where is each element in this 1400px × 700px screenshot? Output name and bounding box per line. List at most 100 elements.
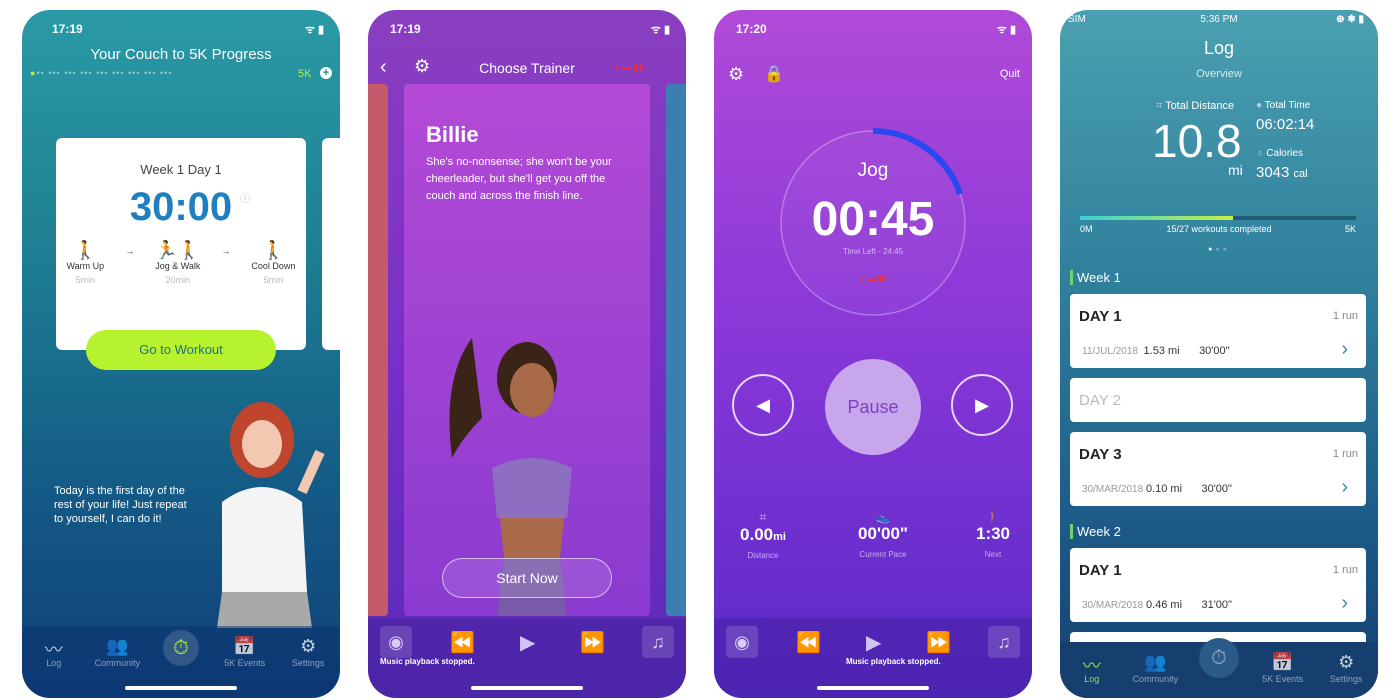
tab-5k-events[interactable]: 📅 5K Events bbox=[1255, 652, 1311, 684]
stat-next: 🚶 1:30 Next bbox=[968, 510, 1018, 560]
runner-icon: 🏃🚶 bbox=[155, 240, 201, 260]
run-details: 30/MAR/2018 0.46 mi 31'00" bbox=[1082, 599, 1232, 611]
chevron-right-icon[interactable]: › bbox=[1341, 592, 1348, 615]
run-count: 1 run bbox=[1332, 310, 1358, 322]
total-time-label: ● Total Time bbox=[1256, 100, 1311, 111]
fast-forward-icon[interactable]: ⏩ bbox=[580, 630, 605, 655]
run-count: 1 run bbox=[1332, 564, 1358, 576]
people-icon: 👥 bbox=[106, 636, 129, 656]
step-label: Warm Up bbox=[66, 261, 105, 271]
workout-timer-screen: 17:20 ᯤ ▮ ⚙ 🔒 Quit Jog 00:45 Time Left -… bbox=[714, 10, 1032, 698]
tab-label: 5K Events bbox=[1262, 674, 1304, 684]
quit-button[interactable]: Quit bbox=[1000, 68, 1020, 80]
trainer-card[interactable]: Billie She's no-nonsense; she won't be y… bbox=[404, 84, 650, 616]
tab-community[interactable]: 👥 Community bbox=[89, 636, 145, 668]
choose-trainer-screen: 17:19 ᯤ ▮ ‹ ⚙ Choose Trainer ● ▬ ▮▮ Bill… bbox=[368, 10, 686, 698]
goal-label: 5K bbox=[298, 68, 312, 80]
day-label: DAY 3 bbox=[1079, 446, 1122, 463]
gear-icon[interactable]: ⚙ bbox=[728, 64, 744, 85]
progress-fill bbox=[1080, 216, 1234, 220]
tab-workout[interactable]: ⏱ bbox=[153, 630, 209, 666]
walker-icon: 🚶 bbox=[985, 510, 1001, 524]
tab-label: Settings bbox=[1329, 674, 1363, 684]
step-warm-up: 🚶 Warm Up 5min bbox=[67, 240, 105, 285]
stat-value: 0.00 bbox=[740, 525, 774, 544]
disc-icon[interactable]: ◉ bbox=[380, 626, 412, 658]
play-icon[interactable]: ▶ bbox=[866, 630, 881, 655]
week-2-header: Week 2 bbox=[1070, 524, 1121, 539]
stat-distance: ⌗ 0.00mi Distance bbox=[728, 510, 798, 560]
total-time: 06:02:14 bbox=[1256, 116, 1315, 133]
home-indicator bbox=[471, 686, 583, 690]
stat-label: Current Pace bbox=[859, 550, 907, 559]
previous-interval-button[interactable]: ◀ bbox=[732, 374, 794, 436]
week-1-header: Week 1 bbox=[1070, 270, 1121, 285]
home-indicator bbox=[817, 686, 929, 690]
gear-icon: ⚙ bbox=[1338, 652, 1355, 672]
trainer-avatar bbox=[217, 402, 325, 628]
tab-log[interactable]: 〰 Log bbox=[26, 636, 82, 668]
pause-button[interactable]: Pause bbox=[825, 359, 921, 455]
people-icon: 👥 bbox=[1144, 652, 1167, 672]
playlist-icon[interactable]: ♫ bbox=[988, 626, 1020, 658]
page-dots[interactable]: ●●● bbox=[1060, 246, 1378, 253]
start-now-button[interactable]: Start Now bbox=[442, 558, 612, 598]
arrow-icon: → bbox=[221, 246, 231, 256]
tab-settings[interactable]: ⚙ Settings bbox=[1318, 652, 1374, 684]
tab-label: Community bbox=[1132, 674, 1179, 684]
progress-dots[interactable]: ●•• ••• ••• ••• ••• ••• ••• ••• ••• bbox=[30, 68, 172, 78]
log-day-card[interactable]: DAY 1 1 run 11/JUL/2018 1.53 mi 30'00" › bbox=[1070, 294, 1366, 368]
stat-unit: mi bbox=[773, 531, 786, 543]
wifi-battery-icon: ᯤ ▮ bbox=[304, 24, 324, 36]
step-time: 5min bbox=[75, 275, 96, 285]
next-trainer-card[interactable] bbox=[666, 84, 686, 616]
add-icon[interactable]: + bbox=[320, 67, 332, 79]
trainer-description: She's no-nonsense; she won't be your che… bbox=[426, 156, 612, 202]
tab-label: Log bbox=[46, 658, 62, 668]
lock-icon[interactable]: 🔒 bbox=[764, 64, 784, 84]
stat-value: 00'00" bbox=[858, 524, 908, 543]
recording-indicator: ● ▬ ▮▮ bbox=[614, 62, 644, 72]
calories-label: ♁ Calories bbox=[1256, 148, 1303, 159]
stat-pace: 👟 00'00" Current Pace bbox=[838, 510, 928, 560]
rewind-icon[interactable]: ⏪ bbox=[796, 630, 821, 655]
next-workout-card[interactable] bbox=[322, 138, 340, 350]
calendar-icon: 📅 bbox=[233, 636, 256, 656]
shoe-icon: 👟 bbox=[875, 510, 891, 524]
workouts-progress-bar bbox=[1080, 216, 1356, 220]
fast-forward-icon[interactable]: ⏩ bbox=[926, 630, 951, 655]
tab-community[interactable]: 👥 Community bbox=[1127, 652, 1183, 684]
total-distance: 10.8 bbox=[1152, 115, 1242, 167]
tab-log[interactable]: 〰 Log bbox=[1064, 652, 1120, 684]
page-title: Log bbox=[1203, 38, 1235, 58]
workout-card[interactable]: Week 1 Day 1 30:00 ⓘ 🚶 Warm Up 5min → 🏃🚶 Jo… bbox=[56, 138, 306, 350]
step-time: 5min bbox=[263, 275, 284, 285]
tab-5k-events[interactable]: 📅 5K Events bbox=[217, 636, 273, 668]
recording-indicator: ● ▬ ▮▮ bbox=[859, 274, 887, 283]
prev-trainer-card[interactable] bbox=[368, 84, 388, 616]
tab-label: Log bbox=[1084, 674, 1100, 684]
playlist-icon[interactable]: ♫ bbox=[642, 626, 674, 658]
play-icon[interactable]: ▶ bbox=[520, 630, 535, 655]
chart-line-icon: 〰 bbox=[44, 640, 63, 660]
tab-bar: 〰 Log 👥 Community ⏱ 📅 5K Events ⚙ Settings bbox=[1060, 638, 1378, 698]
rewind-icon[interactable]: ⏪ bbox=[450, 630, 475, 655]
chevron-right-icon[interactable]: › bbox=[1341, 338, 1348, 361]
tab-settings[interactable]: ⚙ Settings bbox=[280, 636, 336, 668]
log-day-card[interactable]: DAY 1 1 run 30/MAR/2018 0.46 mi 31'00" › bbox=[1070, 548, 1366, 622]
log-day-card[interactable]: DAY 3 1 run 30/MAR/2018 0.10 mi 30'00" › bbox=[1070, 432, 1366, 506]
home-indicator bbox=[125, 686, 237, 690]
walker-icon: 🚶 bbox=[74, 240, 97, 260]
info-icon[interactable]: ⓘ bbox=[240, 190, 250, 205]
music-status: Music playback stopped. bbox=[380, 657, 475, 666]
log-screen: SIM 5:36 PM ⊕ ✱ ▮ Log Overview ⌗ Total D… bbox=[1060, 10, 1378, 698]
flame-icon: ♁ bbox=[1256, 148, 1267, 159]
chevron-right-icon[interactable]: › bbox=[1341, 476, 1348, 499]
log-day-card-empty: DAY 2 bbox=[1070, 378, 1366, 422]
shoe-icon: ⌗ bbox=[1156, 100, 1166, 112]
disc-icon[interactable]: ◉ bbox=[726, 626, 758, 658]
tab-workout[interactable]: ⏱ bbox=[1191, 638, 1247, 678]
go-to-workout-button[interactable]: Go to Workout bbox=[86, 330, 276, 370]
next-interval-button[interactable]: ▶ bbox=[951, 374, 1013, 436]
stopwatch-icon: ⏱ bbox=[1198, 638, 1239, 678]
